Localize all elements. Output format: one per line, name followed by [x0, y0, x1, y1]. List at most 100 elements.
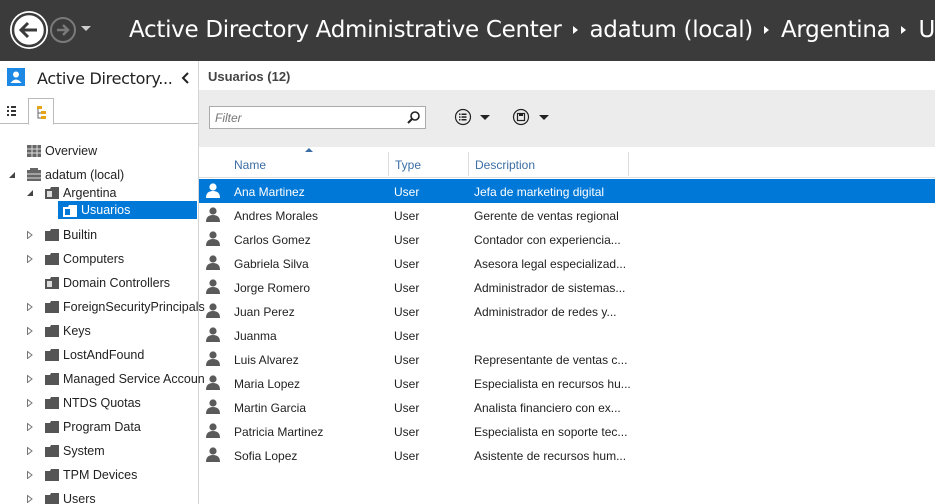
folder-icon: [45, 493, 59, 504]
tree-item[interactable]: ForeignSecurityPrincipals: [0, 297, 205, 317]
cell-name: Martin Garcia: [234, 401, 307, 415]
cell-name: Ana Martinez: [234, 185, 305, 199]
forward-button[interactable]: [50, 17, 76, 43]
cell-name: Maria Lopez: [234, 377, 301, 391]
cell-type: User: [394, 281, 420, 295]
ou-folder-icon: [45, 277, 59, 289]
cell-name: Sofia Lopez: [234, 449, 298, 463]
collapsed-arrow-icon[interactable]: [26, 303, 34, 311]
column-header-description[interactable]: Description: [475, 152, 629, 176]
table-row[interactable]: Carlos Gomez User Contador con experiencia…: [199, 227, 935, 251]
collapse-pane-icon[interactable]: [180, 71, 190, 85]
cell-description: Analista financiero con ex...: [474, 401, 621, 415]
collapsed-arrow-icon[interactable]: [26, 495, 34, 503]
filter-input[interactable]: [210, 107, 400, 128]
table-row[interactable]: Ana Martinez User Jefa de marketing digita…: [199, 179, 935, 203]
search-icon[interactable]: [406, 110, 421, 125]
cell-type: User: [394, 377, 420, 391]
breadcrumb-separator-icon: [901, 26, 907, 34]
ou-folder-icon: [45, 187, 59, 199]
folder-icon: [45, 373, 59, 385]
expanded-arrow-icon[interactable]: [26, 189, 34, 197]
save-query-button[interactable]: [512, 106, 552, 128]
tab-tree-view[interactable]: [28, 98, 54, 125]
cell-description: Jefa de marketing digital: [474, 185, 605, 199]
table-row[interactable]: Gabriela Silva User Asesora legal especial…: [199, 251, 935, 275]
tree-item[interactable]: Keys: [0, 321, 198, 341]
cell-name: Carlos Gomez: [234, 233, 311, 247]
table-row[interactable]: Juanma User: [199, 323, 935, 347]
tree-item[interactable]: Users: [0, 489, 198, 504]
tree-item[interactable]: TPM Devices: [0, 465, 198, 485]
folder-icon: [45, 325, 59, 337]
forward-arrow-icon: [57, 24, 70, 36]
tree-item[interactable]: Builtin: [0, 225, 198, 245]
back-button[interactable]: [10, 11, 48, 49]
cell-description: Asesora legal especializad...: [474, 257, 627, 271]
breadcrumb-item-argentina[interactable]: Argentina: [781, 17, 891, 43]
collapsed-arrow-icon[interactable]: [26, 231, 34, 239]
breadcrumb-item-usuarios[interactable]: Usuarios: [918, 17, 935, 43]
user-icon: [206, 303, 220, 318]
breadcrumb: Active Directory Administrative Center a…: [129, 17, 935, 43]
user-icon: [206, 207, 220, 222]
user-icon: [206, 375, 220, 390]
cell-name: Gabriela Silva: [234, 257, 309, 271]
tree-item[interactable]: Computers: [0, 249, 198, 269]
folder-icon: [45, 469, 59, 481]
cell-name: Juan Perez: [234, 305, 295, 319]
table-row[interactable]: Maria Lopez User Especialista en recursos …: [199, 371, 935, 395]
list-options-button[interactable]: [454, 106, 494, 128]
cell-description: Gerente de ventas regional: [474, 209, 619, 223]
tab-list-view[interactable]: [0, 98, 26, 124]
collapsed-arrow-icon[interactable]: [26, 327, 34, 335]
tree-item[interactable]: Domain Controllers: [0, 273, 198, 293]
column-header-name[interactable]: Name: [234, 152, 389, 176]
table-row[interactable]: Martin Garcia User Analista financiero con…: [199, 395, 935, 419]
tree-item[interactable]: Argentina: [0, 183, 198, 203]
tree-item[interactable]: Program Data: [0, 417, 198, 437]
tree-item-label: Argentina: [63, 186, 117, 200]
expanded-arrow-icon[interactable]: [8, 171, 16, 179]
history-dropdown-icon[interactable]: [80, 24, 92, 34]
tree-item[interactable]: Overview: [0, 141, 198, 161]
collapsed-arrow-icon[interactable]: [26, 351, 34, 359]
cell-type: User: [394, 353, 420, 367]
tree-item-label: Program Data: [63, 420, 141, 434]
table-row[interactable]: Juan Perez User Administrador de redes y..…: [199, 299, 935, 323]
breadcrumb-item-domain[interactable]: adatum (local): [590, 17, 754, 43]
title-bar: Active Directory Administrative Center a…: [0, 0, 935, 61]
collapsed-arrow-icon[interactable]: [26, 423, 34, 431]
collapsed-arrow-icon[interactable]: [26, 471, 34, 479]
cell-name: Andres Morales: [234, 209, 319, 223]
breadcrumb-separator-icon: [763, 26, 769, 34]
tree-item[interactable]: Managed Service Accoun: [0, 369, 205, 389]
cell-name: Luis Alvarez: [234, 353, 299, 367]
tree-item[interactable]: LostAndFound: [0, 345, 198, 365]
column-header-row: Name Type Description: [199, 148, 935, 178]
tree-item[interactable]: adatum (local): [0, 165, 198, 185]
tree-item-label: Builtin: [63, 228, 98, 242]
filter-toolbar: [199, 90, 935, 147]
table-row[interactable]: Jorge Romero User Administrador de sistema…: [199, 275, 935, 299]
navigation-pane-header: Active Directory...: [0, 61, 198, 94]
tree-item[interactable]: NTDS Quotas: [0, 393, 198, 413]
table-row[interactable]: Sofia Lopez User Asistente de recursos hum…: [199, 443, 935, 467]
folder-icon: [45, 445, 59, 457]
table-row[interactable]: Luis Alvarez User Representante de ventas …: [199, 347, 935, 371]
collapsed-arrow-icon[interactable]: [26, 255, 34, 263]
collapsed-arrow-icon[interactable]: [26, 399, 34, 407]
tree-item[interactable]: System: [0, 441, 198, 461]
tree-item-label: TPM Devices: [63, 468, 138, 482]
table-row[interactable]: Patricia Martinez User Especialista en sop…: [199, 419, 935, 443]
folder-icon: [45, 397, 59, 409]
tree-view-icon: [37, 106, 46, 119]
column-header-type[interactable]: Type: [395, 152, 469, 176]
table-row[interactable]: Andres Morales User Gerente de ventas regi…: [199, 203, 935, 227]
collapsed-arrow-icon[interactable]: [26, 375, 34, 383]
tree-item-label: adatum (local): [45, 168, 125, 182]
breadcrumb-separator-icon: [572, 26, 578, 34]
tree-item[interactable]: Usuarios: [58, 201, 197, 219]
collapsed-arrow-icon[interactable]: [26, 447, 34, 455]
filter-box[interactable]: [209, 106, 426, 129]
